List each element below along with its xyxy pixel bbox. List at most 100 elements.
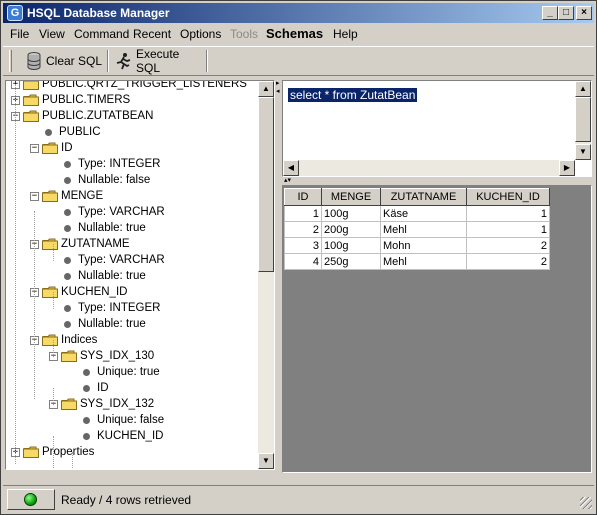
- menu-options[interactable]: Options: [180, 27, 221, 41]
- menu-command[interactable]: Command: [74, 27, 129, 41]
- scroll-left-button[interactable]: ◀: [283, 160, 299, 176]
- tree-node-label: Type: VARCHAR: [78, 254, 165, 266]
- tree-node[interactable]: Nullable: true: [49, 268, 146, 284]
- scroll-up-button[interactable]: ▲: [258, 81, 274, 97]
- table-cell[interactable]: 2: [466, 253, 550, 270]
- toolbar: Clear SQL Execute SQL: [3, 46, 594, 76]
- menu-help[interactable]: Help: [333, 27, 358, 41]
- schema-tree[interactable]: + PUBLIC.QRTZ_TRIGGER_LISTENERS + PUBLIC.TI…: [6, 81, 259, 469]
- tree-node[interactable]: Unique: false: [68, 412, 164, 428]
- tree-node-label: Type: INTEGER: [78, 302, 161, 314]
- tree-node[interactable]: − SYS_IDX_132: [49, 396, 154, 412]
- menu-schemas[interactable]: Schemas: [266, 26, 323, 41]
- tree-node-label: SYS_IDX_130: [80, 350, 155, 362]
- table-cell[interactable]: 100g: [321, 237, 381, 254]
- sql-vertical-scrollbar[interactable]: ▲ ▼: [575, 81, 591, 160]
- scroll-right-button[interactable]: ▶: [559, 160, 575, 176]
- tree-node[interactable]: Type: VARCHAR: [49, 204, 165, 220]
- minimize-button[interactable]: _: [542, 6, 558, 20]
- tree-node-label: Nullable: true: [78, 270, 146, 282]
- maximize-button[interactable]: □: [558, 6, 574, 20]
- table-cell[interactable]: 2: [466, 237, 550, 254]
- tree-node[interactable]: Nullable: false: [49, 172, 150, 188]
- sql-editor[interactable]: select * from ZutatBean ▲ ▼ ◀ ▶: [282, 80, 592, 177]
- column-header[interactable]: ID: [284, 188, 322, 206]
- status-button[interactable]: [7, 489, 55, 510]
- table-cell[interactable]: Mehl: [380, 253, 467, 270]
- tree-node[interactable]: + PUBLIC.QRTZ_TRIGGER_LISTENERS: [11, 81, 247, 92]
- results-panel: ID MENGE ZUTATNAME KUCHEN_ID 1 100g Käse…: [282, 185, 592, 473]
- resize-grip[interactable]: [580, 497, 592, 509]
- folder-icon: [61, 350, 77, 362]
- tree-node[interactable]: − ID: [30, 140, 73, 156]
- horizontal-splitter[interactable]: ▴▾: [284, 177, 304, 185]
- column-header[interactable]: MENGE: [321, 188, 381, 206]
- folder-icon: [42, 190, 58, 202]
- sql-horizontal-scrollbar[interactable]: ◀ ▶: [283, 160, 575, 176]
- table-row[interactable]: 3 100g Mohn 2: [284, 237, 550, 254]
- leaf-bullet-icon: [64, 320, 71, 328]
- tree-node[interactable]: Unique: true: [68, 364, 160, 380]
- table-cell[interactable]: Mohn: [380, 237, 467, 254]
- collapse-icon[interactable]: −: [30, 143, 39, 153]
- sql-query-text[interactable]: select * from ZutatBean: [288, 88, 418, 102]
- column-header[interactable]: ZUTATNAME: [380, 188, 467, 206]
- tree-node[interactable]: Type: VARCHAR: [49, 252, 165, 268]
- tree-node[interactable]: − Indices: [30, 332, 97, 348]
- status-light-icon: [24, 493, 37, 506]
- table-cell[interactable]: 1: [284, 205, 322, 222]
- scroll-thumb[interactable]: [575, 97, 591, 142]
- tree-node[interactable]: KUCHEN_ID: [68, 428, 163, 444]
- tree-node[interactable]: PUBLIC: [30, 124, 101, 140]
- tree-node[interactable]: − PUBLIC.ZUTATBEAN: [11, 108, 153, 124]
- scroll-down-button[interactable]: ▼: [575, 144, 591, 160]
- tree-node-label: PUBLIC.TIMERS: [42, 94, 131, 106]
- table-cell[interactable]: 1: [466, 205, 550, 222]
- table-cell[interactable]: 100g: [321, 205, 381, 222]
- table-cell[interactable]: Mehl: [380, 221, 467, 238]
- table-cell[interactable]: Käse: [380, 205, 467, 222]
- column-header[interactable]: KUCHEN_ID: [466, 188, 550, 206]
- table-cell[interactable]: 200g: [321, 221, 381, 238]
- tree-node[interactable]: Type: INTEGER: [49, 156, 160, 172]
- scroll-thumb[interactable]: [258, 97, 274, 272]
- results-table[interactable]: ID MENGE ZUTATNAME KUCHEN_ID 1 100g Käse…: [284, 188, 550, 270]
- tree-node-label: Nullable: true: [78, 222, 146, 234]
- title-bar[interactable]: G HSQL Database Manager _ □ ×: [3, 3, 594, 23]
- tree-node[interactable]: Nullable: true: [49, 316, 146, 332]
- tree-node[interactable]: − KUCHEN_ID: [30, 284, 127, 300]
- running-man-icon: [115, 52, 131, 70]
- tree-node[interactable]: ID: [68, 380, 109, 396]
- table-cell[interactable]: 2: [284, 221, 322, 238]
- tree-node[interactable]: Type: INTEGER: [49, 300, 160, 316]
- table-cell[interactable]: 1: [466, 221, 550, 238]
- tree-guide-line: [15, 84, 16, 464]
- tree-node[interactable]: Nullable: true: [49, 220, 146, 236]
- tree-vertical-scrollbar[interactable]: ▲ ▼: [258, 81, 274, 469]
- tree-guide-line: [53, 244, 54, 261]
- tree-node[interactable]: − MENGE: [30, 188, 103, 204]
- leaf-bullet-icon: [64, 304, 71, 312]
- tree-guide-line: [72, 452, 73, 468]
- table-row[interactable]: 2 200g Mehl 1: [284, 221, 550, 238]
- tree-node[interactable]: − ZUTATNAME: [30, 236, 130, 252]
- tree-guide-line: [34, 211, 35, 399]
- table-cell[interactable]: 250g: [321, 253, 381, 270]
- tree-node[interactable]: + PUBLIC.TIMERS: [11, 92, 130, 108]
- execute-sql-button[interactable]: Execute SQL: [111, 47, 205, 75]
- close-button[interactable]: ×: [576, 6, 592, 20]
- menu-recent[interactable]: Recent: [133, 27, 171, 41]
- table-cell[interactable]: 4: [284, 253, 322, 270]
- table-cell[interactable]: 3: [284, 237, 322, 254]
- toolbar-grip[interactable]: [9, 50, 12, 72]
- clear-sql-button[interactable]: Clear SQL: [23, 49, 107, 73]
- scroll-up-button[interactable]: ▲: [575, 81, 591, 97]
- scroll-down-button[interactable]: ▼: [258, 453, 274, 469]
- tree-node[interactable]: − SYS_IDX_130: [49, 348, 154, 364]
- menu-tools[interactable]: Tools: [230, 27, 258, 41]
- table-row[interactable]: 1 100g Käse 1: [284, 205, 550, 222]
- menu-file[interactable]: File: [10, 27, 29, 41]
- table-row[interactable]: 4 250g Mehl 2: [284, 253, 550, 270]
- menu-view[interactable]: View: [39, 27, 65, 41]
- collapse-icon[interactable]: −: [30, 191, 39, 201]
